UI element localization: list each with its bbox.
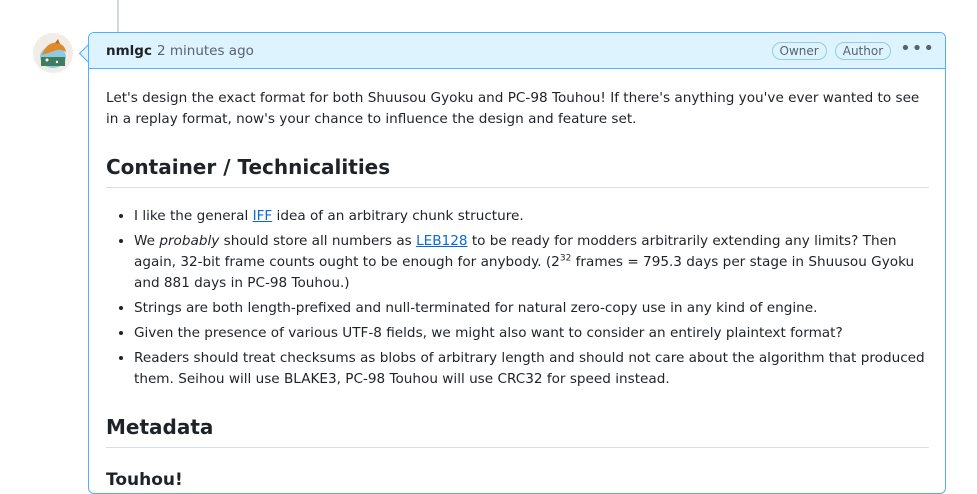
bullet2-emphasis: probably: [159, 233, 220, 249]
owner-badge: Owner: [771, 41, 827, 60]
timestamp-link[interactable]: 2 minutes ago: [157, 43, 254, 59]
comment-box: nmlgc 2 minutes ago Owner Author ••• Let…: [88, 32, 946, 494]
exponent: 32: [559, 253, 572, 264]
avatar-image: [33, 33, 73, 73]
list-item: We probably should store all numbers as …: [134, 231, 929, 294]
author-link[interactable]: nmlgc: [106, 43, 152, 59]
timeline-line: [117, 0, 119, 33]
bullet1-text-post: idea of an arbitrary chunk structure.: [272, 208, 524, 224]
author-badge: Author: [834, 41, 892, 60]
list-item: Given the presence of various UTF-8 fiel…: [134, 323, 929, 344]
leb128-link[interactable]: LEB128: [416, 233, 467, 249]
bullet1-text-pre: I like the general: [134, 208, 253, 224]
intro-paragraph: Let's design the exact format for both S…: [106, 90, 920, 127]
bullet2-text-mid: should store all numbers as: [219, 233, 417, 249]
technicalities-list: I like the general IFF idea of an arbitr…: [106, 206, 929, 390]
comment-body: Let's design the exact format for both S…: [89, 69, 945, 490]
iff-link[interactable]: IFF: [253, 208, 273, 224]
bullet2-text-pre: We: [134, 233, 160, 249]
section-heading-partial: Touhou!: [106, 470, 183, 490]
section-heading-container: Container / Technicalities: [106, 154, 929, 188]
kebab-horizontal-icon[interactable]: •••: [900, 39, 935, 62]
section-heading-metadata: Metadata: [106, 414, 929, 448]
list-item: Strings are both length-prefixed and nul…: [134, 298, 929, 319]
list-item: Readers should treat checksums as blobs …: [134, 348, 929, 390]
comment-header: nmlgc 2 minutes ago Owner Author •••: [89, 33, 945, 69]
avatar[interactable]: [33, 33, 73, 73]
list-item: I like the general IFF idea of an arbitr…: [134, 206, 929, 227]
